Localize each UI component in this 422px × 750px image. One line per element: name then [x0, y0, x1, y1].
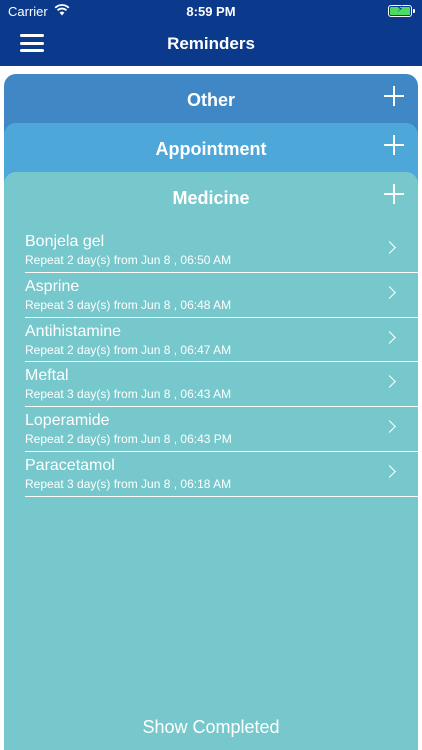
- add-other-icon[interactable]: [384, 86, 404, 106]
- chevron-right-icon: [383, 241, 396, 254]
- section-medicine-title: Medicine: [172, 188, 250, 208]
- medicine-list: Bonjela gel Repeat 2 day(s) from Jun 8 ,…: [25, 228, 418, 497]
- list-item[interactable]: Loperamide Repeat 2 day(s) from Jun 8 , …: [25, 407, 418, 452]
- reminder-name: Bonjela gel: [25, 233, 105, 250]
- status-bar: Carrier 8:59 PM ⚡: [0, 0, 422, 22]
- add-appointment-icon[interactable]: [384, 135, 404, 155]
- reminder-name: Meftal: [25, 367, 69, 385]
- section-other-title: Other: [186, 90, 235, 110]
- list-item[interactable]: Bonjela gel Repeat 2 day(s) from Jun 8 ,…: [25, 228, 418, 273]
- chevron-right-icon: [383, 465, 396, 478]
- reminder-name: Loperamide: [25, 412, 110, 430]
- list-item[interactable]: Meftal Repeat 3 day(s) from Jun 8 , 06:4…: [25, 362, 418, 408]
- list-item[interactable]: Paracetamol Repeat 3 day(s) from Jun 8 ,…: [25, 452, 418, 497]
- list-item[interactable]: Asprine Repeat 3 day(s) from Jun 8 , 06:…: [25, 273, 418, 318]
- chevron-right-icon: [383, 420, 396, 434]
- reminder-schedule: Repeat 3 day(s) from Jun 8 , 06:43 AM: [25, 387, 232, 402]
- reminder-name: Paracetamol: [25, 456, 115, 474]
- battery-charging-icon: ⚡: [388, 4, 415, 17]
- list-item[interactable]: Antihistamine Repeat 2 day(s) from Jun 8…: [25, 318, 418, 363]
- reminder-schedule: Repeat 2 day(s) from Jun 8 , 06:43 PM: [25, 432, 232, 447]
- section-medicine: Medicine Bonjela gel Repeat 2 day(s) fro…: [4, 172, 418, 750]
- chevron-right-icon: [383, 375, 396, 389]
- reminder-schedule: Repeat 2 day(s) from Jun 8 , 06:47 AM: [25, 342, 232, 357]
- reminder-name: Antihistamine: [25, 322, 122, 340]
- reminder-schedule: Repeat 2 day(s) from Jun 8 , 06:50 AM: [25, 253, 232, 267]
- show-completed-button[interactable]: Show Completed: [4, 717, 418, 738]
- add-medicine-icon[interactable]: [384, 184, 404, 204]
- chevron-right-icon: [383, 285, 396, 299]
- reminder-schedule: Repeat 3 day(s) from Jun 8 , 06:18 AM: [25, 476, 232, 491]
- chevron-right-icon: [383, 330, 396, 344]
- status-time: 8:59 PM: [186, 4, 236, 19]
- app-header: Carrier 8:59 PM ⚡ Reminders: [0, 0, 422, 66]
- reminder-schedule: Repeat 3 day(s) from Jun 8 , 06:48 AM: [25, 297, 232, 312]
- section-appointment-title: Appointment: [155, 139, 267, 159]
- reminder-name: Asprine: [25, 277, 80, 295]
- page-title: Reminders: [167, 34, 255, 53]
